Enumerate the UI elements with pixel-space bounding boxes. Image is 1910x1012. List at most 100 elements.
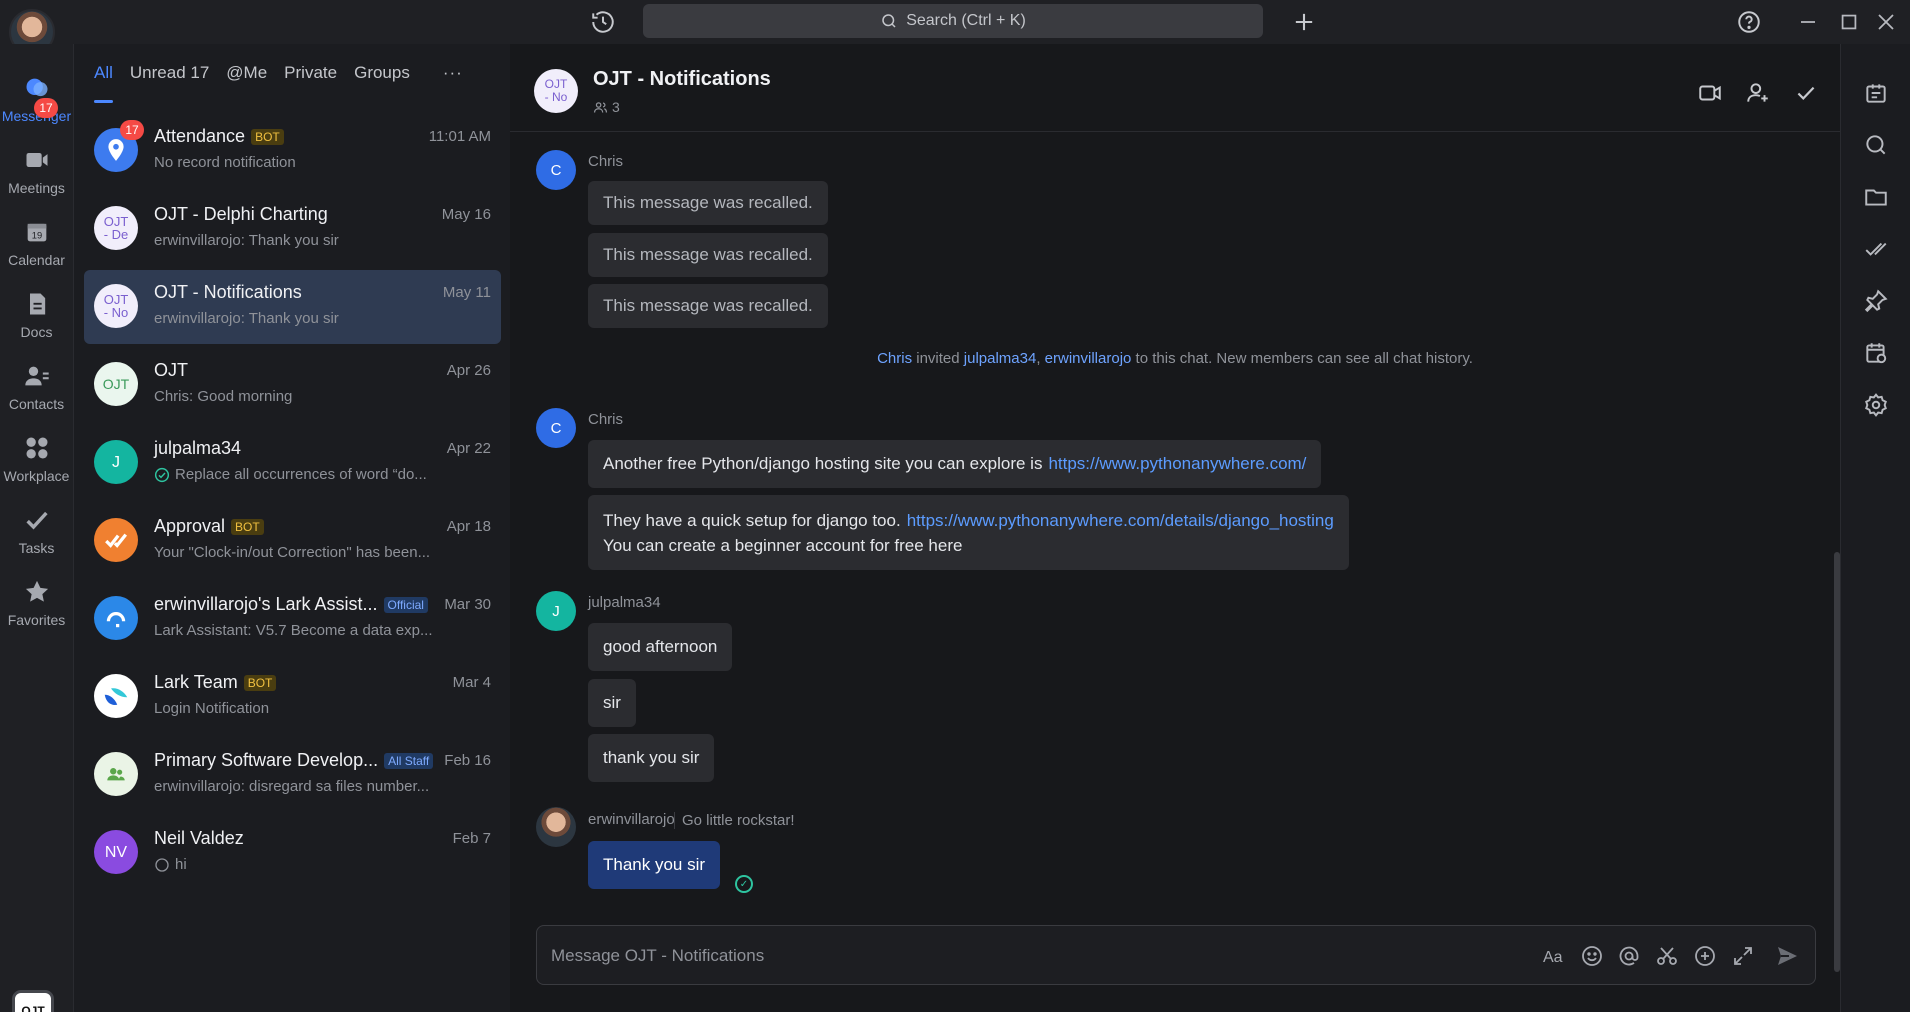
tab-private[interactable]: Private: [284, 63, 337, 83]
search-chat-icon[interactable]: [1863, 132, 1889, 158]
schedule-icon[interactable]: [1863, 340, 1889, 366]
chat-date: Mar 4: [452, 674, 491, 691]
mention-icon[interactable]: [1616, 943, 1642, 969]
chat-item-ojt[interactable]: OJT OJT Apr 26 Chris: Good morning: [84, 348, 501, 422]
right-toolbar: [1840, 44, 1910, 1012]
rail-contacts[interactable]: Contacts: [0, 354, 73, 424]
svg-text:19: 19: [31, 230, 41, 240]
user-avatar: J: [94, 440, 138, 484]
pin-icon[interactable]: [1863, 288, 1889, 314]
chat-date: Feb 7: [452, 830, 491, 847]
create-plus-icon[interactable]: [1290, 8, 1318, 36]
send-icon[interactable]: [1774, 943, 1800, 969]
rail-label: Docs: [20, 324, 53, 340]
chat-item-primary-software[interactable]: Primary Software Develop... All Staff Feb…: [84, 738, 501, 812]
message-list: C Chris This message was recalled. This …: [510, 132, 1840, 972]
headset-icon: [94, 596, 138, 640]
minimize-icon[interactable]: [1794, 8, 1822, 36]
add-member-icon[interactable]: [1745, 80, 1771, 106]
recalled-message: This message was recalled.: [588, 233, 828, 277]
message-bubble: They have a quick setup for django too. h…: [588, 495, 1349, 570]
chat-item-lark-team[interactable]: Lark Team BOT Mar 4 Login Notification: [84, 660, 501, 734]
message-composer: Aa: [536, 925, 1816, 985]
rail-workplace[interactable]: Workplace: [0, 426, 73, 496]
member-count[interactable]: 3: [593, 99, 620, 115]
tabs-more-icon[interactable]: ···: [443, 63, 463, 83]
grid-apps-icon: [23, 434, 51, 462]
user-link[interactable]: julpalma34: [964, 350, 1037, 367]
chat-title[interactable]: OJT - Notifications: [593, 68, 771, 91]
user-avatar[interactable]: C: [536, 150, 576, 190]
user-link[interactable]: erwinvillarojo: [1045, 350, 1132, 367]
user-avatar[interactable]: J: [536, 591, 576, 631]
chat-date: Feb 16: [444, 752, 491, 769]
settings-gear-icon[interactable]: [1863, 392, 1889, 418]
chat-item-ojt-notifications[interactable]: OJT - No OJT - Notifications May 11 erwi…: [84, 270, 501, 344]
chat-name: OJT - Delphi Charting: [154, 204, 328, 224]
emoji-icon[interactable]: [1579, 943, 1605, 969]
chat-item-ojt-delphi[interactable]: OJT - De OJT - Delphi Charting May 16 er…: [84, 192, 501, 266]
tab-unread[interactable]: Unread 17: [130, 63, 209, 83]
org-switcher-button[interactable]: OJT: [12, 990, 54, 1012]
bot-tag: BOT: [243, 674, 277, 691]
tab-mentions[interactable]: @Me: [226, 63, 267, 83]
sender-status: Go little rockstar!: [674, 812, 795, 829]
maximize-icon[interactable]: [1835, 8, 1863, 36]
video-call-icon[interactable]: [1697, 80, 1723, 106]
rail-calendar[interactable]: 19 Calendar: [0, 210, 73, 280]
group-avatar: OJT: [94, 362, 138, 406]
chat-item-attendance[interactable]: 17 Attendance BOT 11:01 AM No record noti…: [84, 114, 501, 188]
chat-name: julpalma34: [154, 438, 242, 458]
members-icon: [593, 100, 608, 115]
chat-list-pane: All Unread 17 @Me Private Groups ··· 17 …: [73, 44, 510, 1012]
group-avatar[interactable]: OJT - No: [534, 69, 578, 113]
tab-all[interactable]: All: [94, 63, 113, 103]
rail-messenger[interactable]: Messenger 17: [0, 66, 73, 136]
chat-item-julpalma34[interactable]: J julpalma34 Apr 22 Replace all occurren…: [84, 426, 501, 500]
user-link[interactable]: Chris: [877, 350, 912, 367]
message-bubble: thank you sir: [588, 734, 715, 782]
announcement-icon[interactable]: [1863, 80, 1889, 106]
rail-label: Favorites: [7, 612, 66, 628]
chat-item-approval[interactable]: Approval BOT Apr 18 Your "Clock-in/out Co…: [84, 504, 501, 578]
close-icon[interactable]: [1872, 8, 1900, 36]
user-avatar: NV: [94, 830, 138, 874]
history-icon[interactable]: [590, 9, 616, 35]
unread-badge: 17: [120, 120, 144, 140]
system-message: Chris invited julpalma34, erwinvillarojo…: [877, 350, 1473, 367]
checkmark-icon: [23, 506, 51, 534]
search-bar[interactable]: Search (Ctrl + K): [643, 4, 1263, 38]
rail-tasks[interactable]: Tasks: [0, 498, 73, 568]
chat-name: Lark Team BOT: [154, 672, 277, 693]
rail-label: Calendar: [8, 252, 65, 268]
rail-docs[interactable]: Docs: [0, 282, 73, 352]
tab-groups[interactable]: Groups: [354, 63, 410, 83]
text-format-icon[interactable]: Aa: [1541, 943, 1567, 969]
folder-icon[interactable]: [1863, 184, 1889, 210]
sender-name: julpalma34: [588, 594, 661, 611]
rail-meetings[interactable]: Meetings: [0, 138, 73, 208]
chat-name: OJT - Notifications: [154, 282, 302, 302]
hyperlink[interactable]: https://www.pythonanywhere.com/: [1048, 454, 1306, 474]
rail-favorites[interactable]: Favorites: [0, 570, 73, 640]
chat-preview: erwinvillarojo: disregard sa files numbe…: [154, 778, 430, 795]
message-input[interactable]: [551, 940, 1511, 972]
chat-item-neil-valdez[interactable]: NV Neil Valdez Feb 7 hi: [84, 816, 501, 890]
add-attachment-icon[interactable]: [1692, 943, 1718, 969]
scissors-icon[interactable]: [1654, 943, 1680, 969]
read-receipt-icon: ✓: [735, 875, 753, 893]
self-avatar[interactable]: [536, 807, 576, 847]
user-avatar[interactable]: C: [536, 408, 576, 448]
mark-done-icon[interactable]: [1793, 80, 1819, 106]
chat-name: Approval BOT: [154, 516, 264, 537]
expand-icon[interactable]: [1730, 943, 1756, 969]
task-check-icon[interactable]: [1863, 236, 1889, 262]
chat-preview: No record notification: [154, 154, 296, 171]
chat-date: Mar 30: [444, 596, 491, 613]
help-icon[interactable]: [1736, 9, 1762, 35]
chat-date: 11:01 AM: [428, 128, 491, 145]
chat-header: OJT - No OJT - Notifications 3: [510, 44, 1840, 132]
chat-item-lark-assistant[interactable]: erwinvillarojo's Lark Assist... Official …: [84, 582, 501, 656]
calendar-icon: 19: [23, 218, 51, 246]
hyperlink[interactable]: https://www.pythonanywhere.com/details/d…: [907, 511, 1334, 530]
